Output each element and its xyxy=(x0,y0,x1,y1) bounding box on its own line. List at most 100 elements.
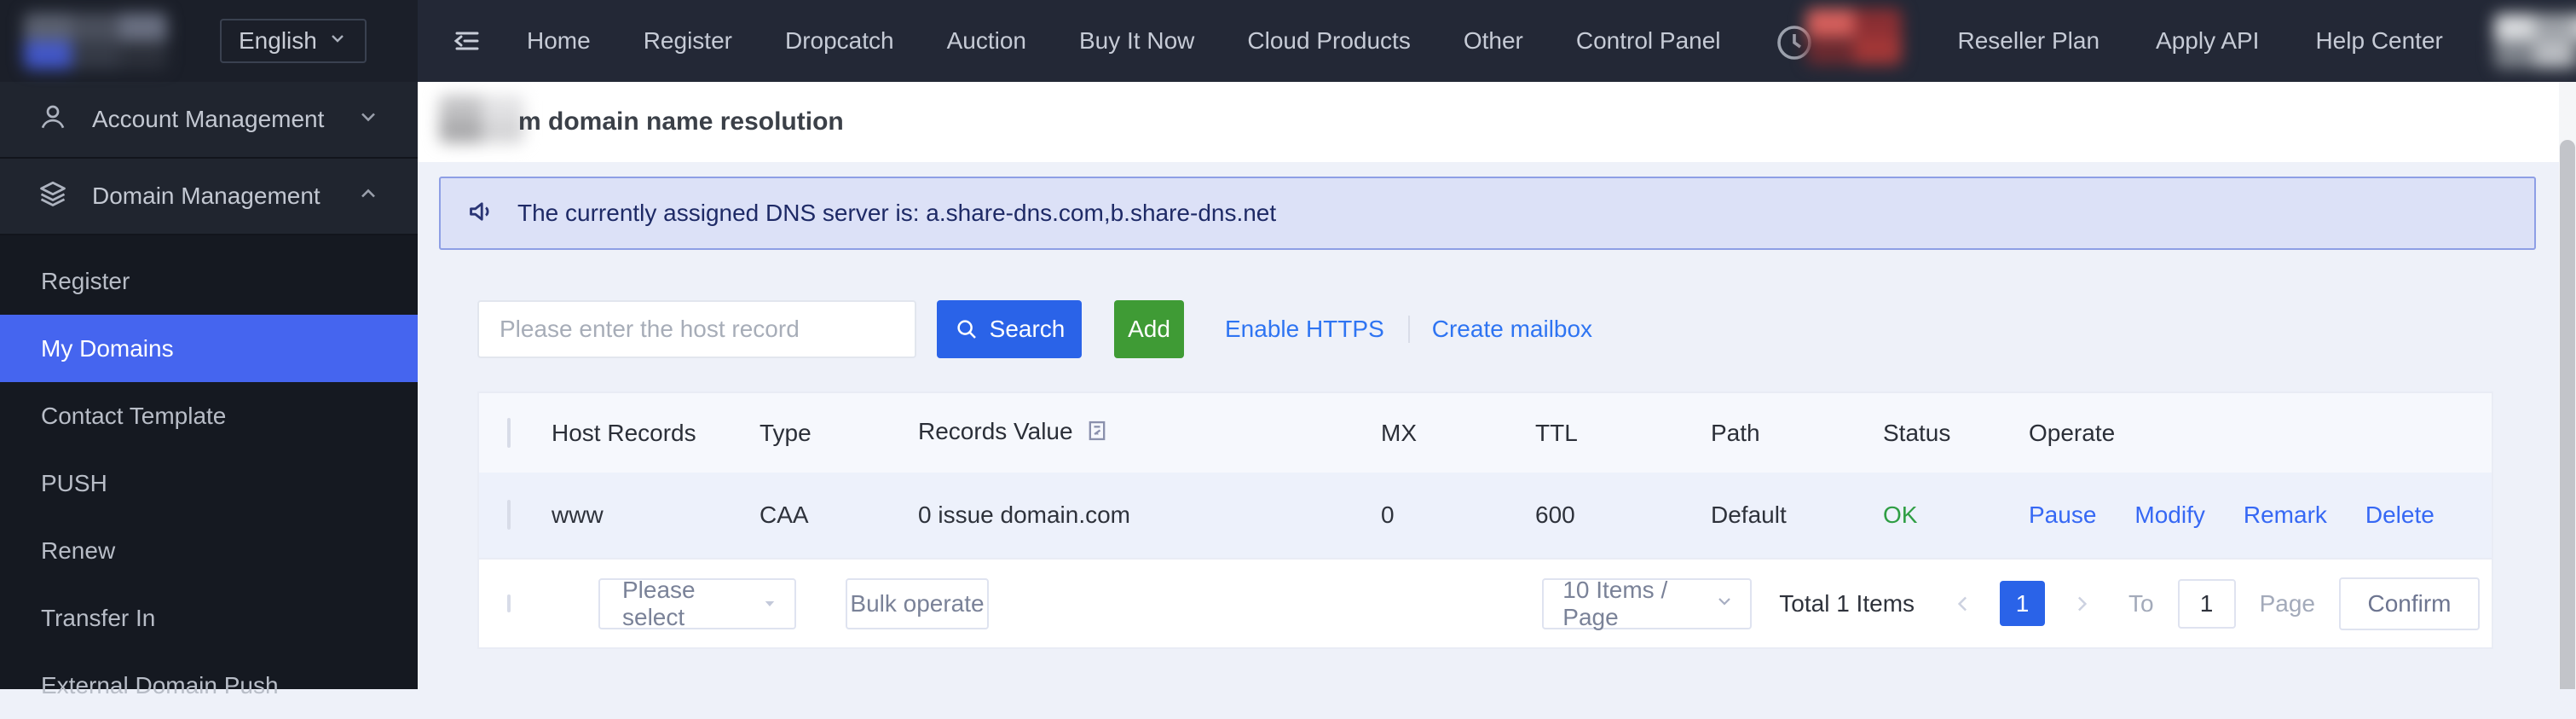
promo-area xyxy=(1774,7,1902,75)
sidebar-item-push[interactable]: PUSH xyxy=(0,449,418,517)
chevron-down-icon xyxy=(1714,590,1735,618)
select-all-checkbox[interactable] xyxy=(507,418,511,448)
col-header-type: Type xyxy=(760,420,918,447)
delete-link[interactable]: Delete xyxy=(2365,502,2434,529)
top-nav-left: English xyxy=(0,0,418,82)
confirm-button[interactable]: Confirm xyxy=(2339,577,2480,630)
status-badge: OK xyxy=(1883,502,2029,529)
domain-name-blurred xyxy=(439,96,524,143)
total-items-label: Total 1 Items xyxy=(1779,590,1915,618)
sidebar-item-register[interactable]: Register xyxy=(0,247,418,315)
cell-type: CAA xyxy=(760,502,918,529)
page-title: m domain name resolution xyxy=(518,82,844,162)
goto-page-label: Page xyxy=(2260,590,2315,618)
sidebar-group-account-management[interactable]: Account Management xyxy=(0,82,418,159)
chevron-down-icon xyxy=(327,27,348,55)
sidebar: Account Management Domain Management Reg… xyxy=(0,82,418,689)
language-label: English xyxy=(239,27,317,55)
dns-banner: The currently assigned DNS server is: a.… xyxy=(439,177,2536,250)
bulk-action-select[interactable]: Please select xyxy=(598,578,796,629)
col-header-records-value: Records Value xyxy=(918,418,1381,449)
vertical-scrollbar xyxy=(2559,82,2576,689)
prev-page-icon[interactable] xyxy=(1950,591,1976,617)
cell-path: Default xyxy=(1711,502,1883,529)
records-value-icon[interactable] xyxy=(1085,421,1109,448)
nav-item-apply-api[interactable]: Apply API xyxy=(2156,27,2259,55)
sidebar-submenu: Register My Domains Contact Template PUS… xyxy=(0,235,418,719)
nav-item-cloud-products[interactable]: Cloud Products xyxy=(1247,27,1410,55)
sidebar-group-label: Account Management xyxy=(92,106,356,133)
dns-banner-text: The currently assigned DNS server is: a.… xyxy=(517,200,1276,227)
link-divider xyxy=(1408,316,1410,343)
chevron-up-icon xyxy=(356,182,380,212)
toolbar: Search Add Enable HTTPS Create mailbox xyxy=(477,300,2576,358)
page-size-value: 10 Items / Page xyxy=(1562,577,1714,631)
sidebar-item-renew[interactable]: Renew xyxy=(0,517,418,584)
title-bar: m domain name resolution xyxy=(418,82,2576,162)
host-record-search-input[interactable] xyxy=(477,300,916,358)
col-header-ttl: TTL xyxy=(1535,420,1711,447)
goto-to-label: To xyxy=(2128,590,2154,618)
cell-host-record: www xyxy=(552,502,760,529)
remark-link[interactable]: Remark xyxy=(2244,502,2327,529)
top-nav: English Home Register Dropcatch Auction … xyxy=(0,0,2576,82)
row-checkbox[interactable] xyxy=(507,500,511,530)
col-header-host-records: Host Records xyxy=(552,420,760,447)
col-header-mx: MX xyxy=(1381,420,1535,447)
nav-item-auction[interactable]: Auction xyxy=(947,27,1026,55)
sidebar-item-contact-template[interactable]: Contact Template xyxy=(0,382,418,449)
col-header-path: Path xyxy=(1711,420,1883,447)
cell-records-value: 0 issue domain.com xyxy=(918,502,1381,529)
enable-https-link[interactable]: Enable HTTPS xyxy=(1225,316,1384,343)
sidebar-item-my-domains[interactable]: My Domains xyxy=(0,315,418,382)
col-header-operate: Operate xyxy=(2029,420,2492,447)
search-icon xyxy=(954,316,979,342)
bulk-operate-button[interactable]: Bulk operate xyxy=(846,578,989,629)
search-button[interactable]: Search xyxy=(937,300,1082,358)
col-header-status: Status xyxy=(1883,420,2029,447)
nav-item-other[interactable]: Other xyxy=(1464,27,1523,55)
nav-item-buy-it-now[interactable]: Buy It Now xyxy=(1079,27,1194,55)
top-nav-main: Home Register Dropcatch Auction Buy It N… xyxy=(418,7,2576,75)
screen: English Home Register Dropcatch Auction … xyxy=(0,0,2576,689)
table-row: www CAA 0 issue domain.com 0 600 Default… xyxy=(479,473,2492,558)
sidebar-group-domain-management[interactable]: Domain Management xyxy=(0,159,418,235)
nav-item-control-panel[interactable]: Control Panel xyxy=(1576,27,1721,55)
search-button-label: Search xyxy=(990,316,1066,343)
nav-item-register[interactable]: Register xyxy=(644,27,732,55)
page-size-select[interactable]: 10 Items / Page xyxy=(1542,578,1752,629)
speaker-icon xyxy=(466,195,499,232)
nav-item-reseller-plan[interactable]: Reseller Plan xyxy=(1958,27,2100,55)
user-icon xyxy=(38,101,68,138)
sidebar-item-external-domain-push[interactable]: External Domain Push xyxy=(0,652,418,719)
avatar-blurred[interactable] xyxy=(2494,14,2576,68)
modify-link[interactable]: Modify xyxy=(2134,502,2204,529)
sidebar-item-transfer-in[interactable]: Transfer In xyxy=(0,584,418,652)
create-mailbox-link[interactable]: Create mailbox xyxy=(1432,316,1592,343)
scrollbar-thumb[interactable] xyxy=(2560,140,2575,689)
top-nav-right: Reseller Plan Apply API Help Center xyxy=(1902,14,2576,68)
add-button[interactable]: Add xyxy=(1114,300,1184,358)
footer-select-all-checkbox[interactable] xyxy=(507,594,511,612)
records-table: Host Records Type Records Value MX TTL P… xyxy=(477,391,2493,649)
table-header-row: Host Records Type Records Value MX TTL P… xyxy=(479,393,2492,473)
cell-ttl: 600 xyxy=(1535,502,1711,529)
chevron-down-icon xyxy=(356,105,380,135)
nav-item-dropcatch[interactable]: Dropcatch xyxy=(785,27,894,55)
goto-page-input[interactable] xyxy=(2178,579,2236,629)
table-footer-row: Please select Bulk operate 10 Items / Pa… xyxy=(479,558,2492,647)
language-selector[interactable]: English xyxy=(220,19,367,63)
logo-blurred xyxy=(24,13,167,69)
cell-mx: 0 xyxy=(1381,502,1535,529)
pagination: 10 Items / Page Total 1 Items 1 To Page … xyxy=(1542,577,2480,630)
next-page-icon[interactable] xyxy=(2069,591,2094,617)
nav-item-home[interactable]: Home xyxy=(527,27,591,55)
main-content: m domain name resolution The currently a… xyxy=(418,82,2576,689)
pause-link[interactable]: Pause xyxy=(2029,502,2096,529)
bulk-action-placeholder: Please select xyxy=(622,577,762,631)
page-number-active[interactable]: 1 xyxy=(2000,581,2045,626)
collapse-sidebar-icon[interactable] xyxy=(452,26,482,56)
caret-down-icon xyxy=(762,590,777,618)
nav-item-help-center[interactable]: Help Center xyxy=(2315,27,2442,55)
promo-blurred xyxy=(1806,9,1902,65)
